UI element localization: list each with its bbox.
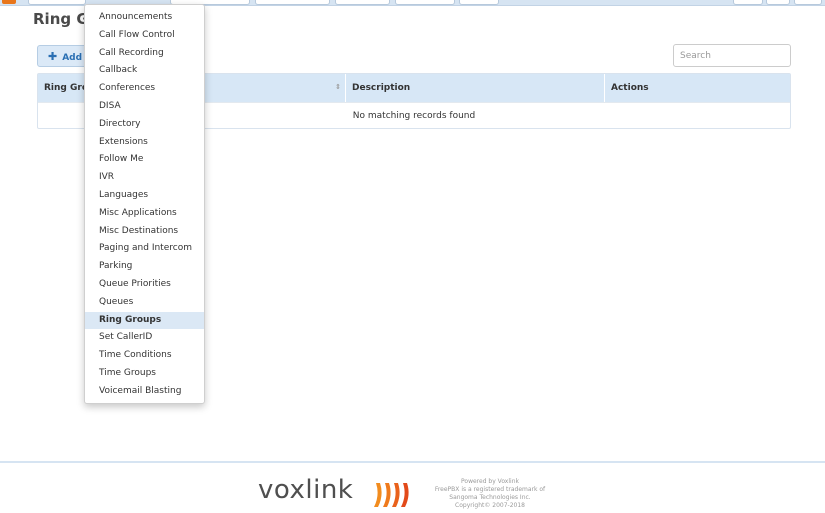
column-header-actions: Actions [605, 74, 790, 102]
column-header-description[interactable]: Description [346, 74, 605, 102]
menu-item-disa[interactable]: DISA [85, 98, 204, 116]
footer-line: Powered by Voxlink [461, 478, 519, 485]
add-button-label: Add [62, 53, 83, 63]
voxlink-logo-text[interactable]: voxlink [258, 475, 353, 505]
menu-item-announcements[interactable]: Announcements [85, 9, 204, 27]
applications-dropdown-menu: Announcements Call Flow Control Call Rec… [84, 4, 205, 404]
menu-item-time-groups[interactable]: Time Groups [85, 365, 204, 383]
menu-item-set-callerid[interactable]: Set CallerID [85, 329, 204, 347]
plus-icon: ✚ [48, 50, 58, 63]
nav-button[interactable] [766, 0, 790, 5]
menu-item-queues[interactable]: Queues [85, 294, 204, 312]
nav-button[interactable] [395, 0, 455, 5]
menu-item-paging-and-intercom[interactable]: Paging and Intercom [85, 240, 204, 258]
footer-line: Copyright© 2007-2018 [455, 502, 525, 509]
menu-item-call-recording[interactable]: Call Recording [85, 45, 204, 63]
menu-item-misc-applications[interactable]: Misc Applications [85, 205, 204, 223]
nav-button[interactable] [794, 0, 822, 5]
menu-item-ivr[interactable]: IVR [85, 169, 204, 187]
menu-item-ring-groups[interactable]: Ring Groups [85, 311, 204, 330]
menu-item-languages[interactable]: Languages [85, 187, 204, 205]
nav-button[interactable] [28, 0, 86, 5]
menu-item-conferences[interactable]: Conferences [85, 80, 204, 98]
search-input[interactable] [673, 44, 791, 67]
menu-item-time-conditions[interactable]: Time Conditions [85, 347, 204, 365]
sort-icon[interactable]: ⇕ [335, 83, 341, 91]
menu-item-directory[interactable]: Directory [85, 116, 204, 134]
column-header-label: Ring Gro [44, 83, 89, 93]
menu-item-voicemail-blasting[interactable]: Voicemail Blasting [85, 383, 204, 401]
menu-item-queue-priorities[interactable]: Queue Priorities [85, 276, 204, 294]
menu-item-callback[interactable]: Callback [85, 62, 204, 80]
column-header-label: Description [352, 83, 411, 93]
menu-item-misc-destinations[interactable]: Misc Destinations [85, 223, 204, 241]
nav-button[interactable] [255, 0, 330, 5]
footer: voxlink Powered by Voxlink FreePBX is a … [0, 461, 825, 510]
brand-mark [2, 0, 16, 4]
menu-item-extensions[interactable]: Extensions [85, 134, 204, 152]
nav-button[interactable] [459, 0, 499, 5]
footer-line: FreePBX is a registered trademark of [434, 486, 546, 493]
footer-line: Sangoma Technologies Inc. [449, 494, 531, 501]
footer-copyright: Powered by Voxlink FreePBX is a register… [425, 478, 555, 510]
nav-button[interactable] [733, 0, 763, 5]
nav-button[interactable] [335, 0, 390, 5]
column-header-label: Actions [611, 83, 649, 93]
menu-item-follow-me[interactable]: Follow Me [85, 151, 204, 169]
menu-item-call-flow-control[interactable]: Call Flow Control [85, 27, 204, 45]
menu-item-parking[interactable]: Parking [85, 258, 204, 276]
voxlink-logo-icon [374, 483, 409, 507]
